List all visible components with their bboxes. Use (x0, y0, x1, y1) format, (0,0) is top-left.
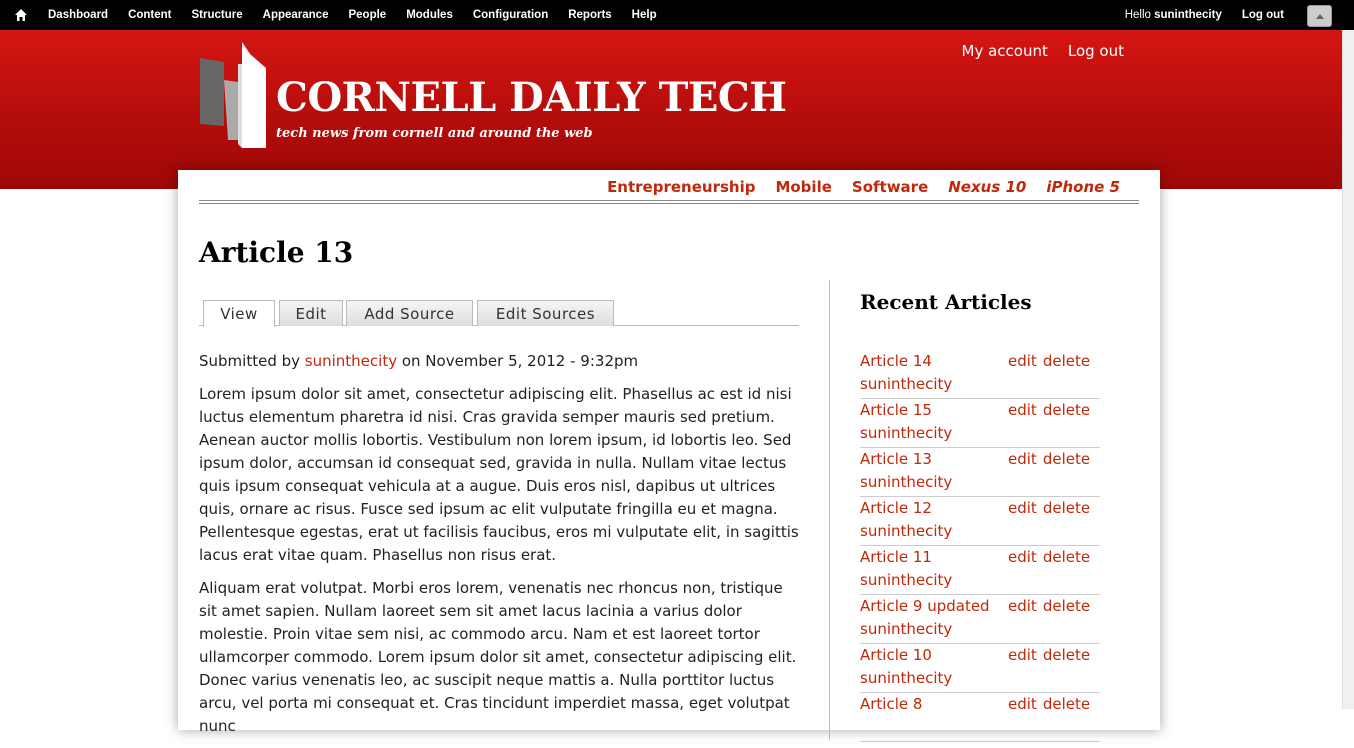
delete-link[interactable]: delete (1043, 597, 1090, 615)
delete-link[interactable]: delete (1043, 450, 1090, 468)
edit-link[interactable]: edit (1008, 352, 1037, 370)
site-logo[interactable] (198, 40, 270, 152)
sidebar-title: Recent Articles (860, 290, 1032, 314)
main-menu-item-mobile[interactable]: Mobile (775, 178, 831, 196)
toolbar-item-modules[interactable]: Modules (406, 9, 453, 21)
article-author-link[interactable]: suninthecity (860, 667, 952, 690)
article-link[interactable]: Article 12 (860, 497, 932, 520)
logout-link[interactable]: Log out (1068, 42, 1124, 60)
article-ops: edit delete (1008, 448, 1096, 471)
toolbar-user: Hello suninthecity Log out (1085, 0, 1284, 30)
tab-edit-sources[interactable]: Edit Sources (477, 300, 614, 326)
main-menu: Entrepreneurship Mobile Software Nexus 1… (587, 178, 1120, 196)
toolbar-item-content[interactable]: Content (128, 9, 171, 21)
main-menu-item-nexus-10[interactable]: Nexus 10 (948, 178, 1026, 196)
main-menu-item-software[interactable]: Software (852, 178, 928, 196)
edit-link[interactable]: edit (1008, 695, 1037, 713)
toolbar-toggle-button[interactable] (1307, 5, 1332, 27)
article-link[interactable]: Article 10 (860, 644, 932, 667)
list-item: Article 9 updated suninthecity edit delete (860, 595, 1100, 644)
list-item: Article 10 suninthecity edit delete (860, 644, 1100, 693)
article-ops: edit delete (1008, 399, 1096, 422)
node-tabs: View Edit Add Source Edit Sources (199, 300, 799, 327)
site-name[interactable]: CORNELL DAILY TECH (276, 74, 787, 121)
delete-link[interactable]: delete (1043, 499, 1090, 517)
delete-link[interactable]: delete (1043, 646, 1090, 664)
hello-prefix: Hello (1124, 9, 1155, 21)
article-ops: edit delete (1008, 350, 1096, 373)
toolbar-menu: Dashboard Content Structure Appearance P… (38, 0, 667, 30)
scrollbar[interactable] (1342, 30, 1354, 709)
menu-divider (199, 200, 1139, 204)
article-author-link[interactable]: suninthecity (860, 373, 952, 396)
toolbar-item-dashboard[interactable]: Dashboard (48, 9, 108, 21)
article-ops: edit delete (1008, 595, 1096, 618)
toolbar-item-appearance[interactable]: Appearance (263, 9, 329, 21)
article-author-link[interactable]: suninthecity (860, 520, 952, 543)
my-account-link[interactable]: My account (962, 42, 1048, 60)
article-link[interactable]: Article 15 (860, 399, 932, 422)
edit-link[interactable]: edit (1008, 450, 1037, 468)
tab-view[interactable]: View (203, 300, 275, 327)
toolbar-item-reports[interactable]: Reports (568, 9, 611, 21)
article-ops: edit delete (1008, 497, 1096, 520)
tab-edit[interactable]: Edit (279, 300, 343, 326)
delete-link[interactable]: delete (1043, 401, 1090, 419)
article-ops: edit delete (1008, 693, 1096, 716)
main-menu-item-iphone-5[interactable]: iPhone 5 (1046, 178, 1120, 196)
submitted-prefix: Submitted by (199, 352, 305, 370)
submitted-date: on November 5, 2012 - 9:32pm (397, 352, 639, 370)
article-link[interactable]: Article 9 updated (860, 595, 990, 618)
hello-user: Hello suninthecity (1105, 9, 1222, 21)
recent-articles-list: Article 14 suninthecity edit delete Article … (860, 350, 1100, 742)
delete-link[interactable]: delete (1043, 695, 1090, 713)
article-author-link[interactable]: suninthecity (860, 471, 952, 494)
toolbar-item-structure[interactable]: Structure (192, 9, 243, 21)
toolbar-item-help[interactable]: Help (632, 9, 657, 21)
page-title: Article 13 (199, 236, 354, 269)
submitted-line: Submitted by suninthecity on November 5,… (199, 352, 638, 370)
home-icon[interactable] (14, 8, 28, 22)
main-menu-item-entrepreneurship[interactable]: Entrepreneurship (607, 178, 755, 196)
sidebar-divider (829, 280, 830, 740)
toolbar-item-people[interactable]: People (348, 9, 386, 21)
body-paragraph: Lorem ipsum dolor sit amet, consectetur … (199, 385, 799, 564)
toolbar-username[interactable]: suninthecity (1154, 9, 1222, 21)
article-ops: edit delete (1008, 644, 1096, 667)
article-link[interactable]: Article 11 (860, 546, 932, 569)
page-content: Entrepreneurship Mobile Software Nexus 1… (178, 170, 1160, 742)
edit-link[interactable]: edit (1008, 548, 1037, 566)
secondary-menu: My account Log out (942, 42, 1125, 60)
edit-link[interactable]: edit (1008, 499, 1037, 517)
list-item: Article 13 suninthecity edit delete (860, 448, 1100, 497)
article-body: Lorem ipsum dolor sit amet, consectetur … (199, 383, 804, 748)
delete-link[interactable]: delete (1043, 548, 1090, 566)
admin-toolbar: Dashboard Content Structure Appearance P… (0, 0, 1354, 30)
author-link[interactable]: suninthecity (305, 352, 397, 370)
article-author-link[interactable]: suninthecity (860, 422, 952, 445)
article-author-link[interactable]: suninthecity (860, 618, 952, 641)
toolbar-item-configuration[interactable]: Configuration (473, 9, 548, 21)
list-item: Article 12 suninthecity edit delete (860, 497, 1100, 546)
edit-link[interactable]: edit (1008, 646, 1037, 664)
list-item: Article 11 suninthecity edit delete (860, 546, 1100, 595)
article-link[interactable]: Article 8 (860, 693, 922, 716)
toolbar-logout-link[interactable]: Log out (1242, 9, 1284, 21)
list-item: Article 14 suninthecity edit delete (860, 350, 1100, 399)
delete-link[interactable]: delete (1043, 352, 1090, 370)
edit-link[interactable]: edit (1008, 597, 1037, 615)
article-link[interactable]: Article 13 (860, 448, 932, 471)
site-slogan: tech news from cornell and around the we… (276, 126, 593, 141)
tab-add-source[interactable]: Add Source (346, 300, 473, 326)
list-item: Article 8 edit delete (860, 693, 1100, 742)
body-paragraph: Aliquam erat volutpat. Morbi eros lorem,… (199, 579, 797, 735)
edit-link[interactable]: edit (1008, 401, 1037, 419)
article-ops: edit delete (1008, 546, 1096, 569)
list-item: Article 15 suninthecity edit delete (860, 399, 1100, 448)
article-author-link[interactable]: suninthecity (860, 569, 952, 592)
article-link[interactable]: Article 14 (860, 350, 932, 373)
